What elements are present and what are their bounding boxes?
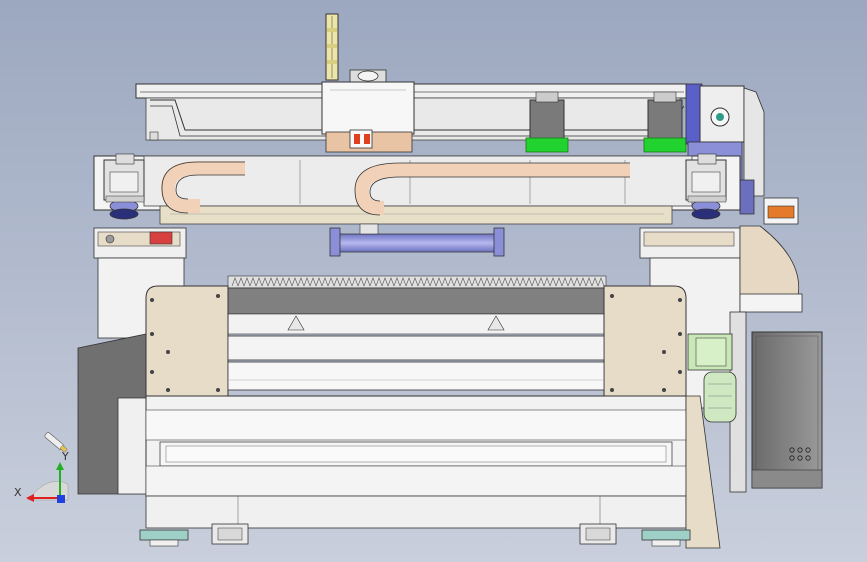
side-arm-right (639, 227, 741, 259)
mounting-hole (678, 298, 682, 302)
lower-bed (145, 395, 687, 529)
cad-model-viewport[interactable]: X Y (0, 0, 867, 562)
mounting-hole (150, 332, 154, 336)
side-arm-left (93, 227, 187, 259)
feed-slats (227, 335, 605, 391)
mounting-hole (610, 294, 614, 298)
mounting-hole (150, 370, 154, 374)
mounting-hole (678, 370, 682, 374)
mounting-hole (662, 388, 666, 392)
tan-side-plate-right (603, 285, 687, 397)
mounting-hole (150, 298, 154, 302)
servo-motor-left[interactable] (525, 91, 569, 153)
electrical-cabinet[interactable] (751, 331, 823, 489)
mounting-hole (216, 388, 220, 392)
mounting-hole (216, 294, 220, 298)
mounting-hole (662, 350, 666, 354)
spindle-head[interactable] (321, 69, 415, 153)
mounting-hole (610, 388, 614, 392)
mounting-hole (678, 332, 682, 336)
mounting-hole (166, 350, 170, 354)
tan-side-plate-left (145, 285, 229, 397)
x-axis-label: X (14, 486, 22, 499)
z-axis-icon (57, 495, 65, 503)
serrated-strip (225, 275, 607, 335)
vertical-ruler (325, 13, 339, 81)
mounting-hole (166, 388, 170, 392)
servo-motor-right[interactable] (643, 91, 687, 153)
